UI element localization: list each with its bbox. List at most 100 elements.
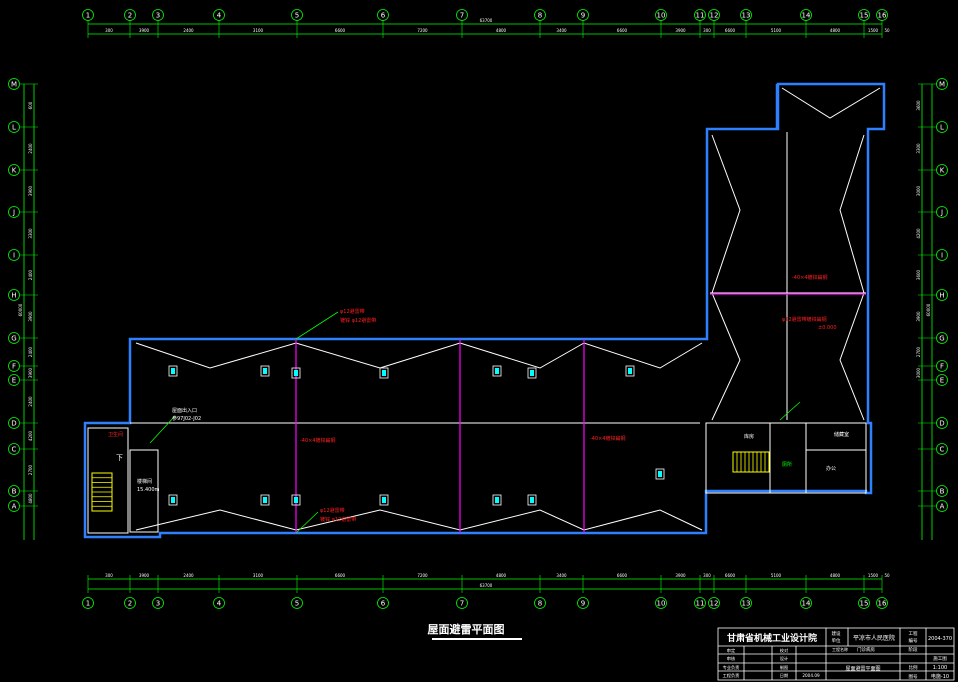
top-dim-text: 50 <box>884 28 890 33</box>
top-dim-text: 6600 <box>335 28 346 33</box>
project-label-1: 建设 <box>832 630 841 637</box>
left-axis-label: K <box>12 167 17 175</box>
top-dim-text: 7200 <box>417 28 428 33</box>
right-total-text: 60000 <box>926 303 931 316</box>
left-dim-text: 600 <box>28 101 33 109</box>
left-axis-label: A <box>12 503 17 511</box>
tb-row-label: 审定 <box>727 647 735 654</box>
note-conductor-top-sub: 镀锌 φ12避雷带 <box>340 317 376 324</box>
label-room-d: 办公 <box>826 465 836 472</box>
note-wing-label-sub: ±0.000 <box>818 325 837 331</box>
left-axis-label: M <box>11 81 17 89</box>
left-dim-text: 2700 <box>28 464 33 475</box>
sheet-number: 电施-10 <box>931 673 949 680</box>
bottom-dim-text: 7200 <box>417 573 428 578</box>
vent-cap-core <box>294 497 298 503</box>
code-label-1: 工程 <box>909 630 918 637</box>
top-axis-label: 7 <box>460 12 464 20</box>
bottom-total-text: 63700 <box>480 583 493 588</box>
top-axis-label: 6 <box>381 12 386 20</box>
left-axis-label: L <box>12 124 16 132</box>
left-dim-text: 2400 <box>28 396 33 407</box>
label-room-a: 卫生间 <box>108 431 123 438</box>
note-roof-access: 屋面出入口 <box>172 407 197 414</box>
top-dim-text: 1500 <box>868 28 879 33</box>
right-axis-label: D <box>939 420 944 428</box>
vent-cap-core <box>263 497 267 503</box>
tb-row-label: 专业负责 <box>723 664 740 671</box>
vent-cap-core <box>171 497 175 503</box>
right-dim-text: 3000 <box>916 367 921 378</box>
note-conductor-left: -40×4镀锌扁钢 <box>300 437 336 444</box>
right-axis-label: F <box>940 363 944 371</box>
note-conductor-right: -40×4镀锌扁钢 <box>792 274 828 281</box>
top-dim-text: 4800 <box>496 28 507 33</box>
top-axis-label: 14 <box>802 12 811 20</box>
right-axis-label: J <box>940 209 943 217</box>
right-dim-text: 2700 <box>916 346 921 357</box>
right-dim-text: 3000 <box>916 185 921 196</box>
right-axis-label: M <box>939 81 945 89</box>
vent-cap-core <box>263 368 267 374</box>
top-axis-label: 16 <box>878 12 887 20</box>
bottom-axis-label: 11 <box>696 600 705 608</box>
right-axis-label: H <box>939 292 944 300</box>
bottom-dim-text: 6600 <box>617 573 628 578</box>
left-axis-label: H <box>11 292 16 300</box>
left-dim-text: 3900 <box>28 367 33 378</box>
left-total-text: 60000 <box>18 303 23 316</box>
stage-label: 阶段 <box>909 646 918 653</box>
label-room-c: 储藏室 <box>834 431 849 438</box>
top-axis-label: 1 <box>86 12 90 20</box>
vent-cap-core <box>171 368 175 374</box>
top-dim-text: 2400 <box>183 28 194 33</box>
sub-project: 门诊病房 <box>857 646 875 653</box>
tb-row-label: 工程负责 <box>723 672 740 679</box>
top-dim-text: 300 <box>703 28 711 33</box>
right-dim-text: 3300 <box>916 143 921 154</box>
top-axis-label: 2 <box>128 12 132 20</box>
top-dim-text: 6600 <box>617 28 628 33</box>
bottom-dim-text: 6600 <box>725 573 736 578</box>
project-name: 平凉市人民医院 <box>853 634 895 642</box>
code-label-2: 编号 <box>909 637 918 644</box>
top-axis-label: 11 <box>696 12 705 20</box>
bottom-axis-label: 5 <box>295 600 299 608</box>
right-axis-label: A <box>940 503 945 511</box>
vent-cap-core <box>382 370 386 376</box>
right-dim-text: 4200 <box>916 228 921 239</box>
cad-drawing: 1300239003240043100566006720074800834009… <box>0 0 958 682</box>
bottom-dim-text: 1500 <box>868 573 879 578</box>
top-axis-label: 10 <box>657 12 666 20</box>
bottom-axis-label: 7 <box>460 600 464 608</box>
bottom-axis-label: 8 <box>538 600 542 608</box>
project-label-2: 单位 <box>832 637 841 644</box>
sub-project-label: 工程名称 <box>832 646 848 652</box>
left-dim-text: 3900 <box>28 185 33 196</box>
note-conductor-mid: -40×4镀锌扁钢 <box>590 435 626 442</box>
bottom-dim-text: 50 <box>884 573 890 578</box>
top-dim-text: 300 <box>105 28 113 33</box>
top-axis-label: 8 <box>538 12 542 20</box>
right-axis-label: G <box>939 335 944 343</box>
label-room-b: 库房 <box>744 433 754 440</box>
left-dim-text: 2400 <box>28 269 33 280</box>
right-axis-label: C <box>940 446 945 454</box>
bottom-dim-text: 3900 <box>675 573 686 578</box>
bottom-dim-text: 3100 <box>253 573 264 578</box>
top-dim-text: 5100 <box>771 28 782 33</box>
vent-cap-core <box>382 497 386 503</box>
left-axis-label: J <box>12 209 15 217</box>
vent-cap-core <box>495 368 499 374</box>
left-axis-label: E <box>12 377 16 385</box>
top-dim-text: 3900 <box>675 28 686 33</box>
drawing-title: 屋面避雷平面图 <box>428 622 505 636</box>
right-dim-text: 3600 <box>916 269 921 280</box>
tb-row-value2: 2004.09 <box>802 673 820 678</box>
bottom-axis-label: 4 <box>217 600 222 608</box>
label-room-e: 厕所 <box>782 461 792 468</box>
left-axis-label: F <box>12 363 16 371</box>
scale: 1:100 <box>933 665 947 671</box>
left-axis-label: G <box>11 335 16 343</box>
bottom-dim-text: 3900 <box>139 573 150 578</box>
